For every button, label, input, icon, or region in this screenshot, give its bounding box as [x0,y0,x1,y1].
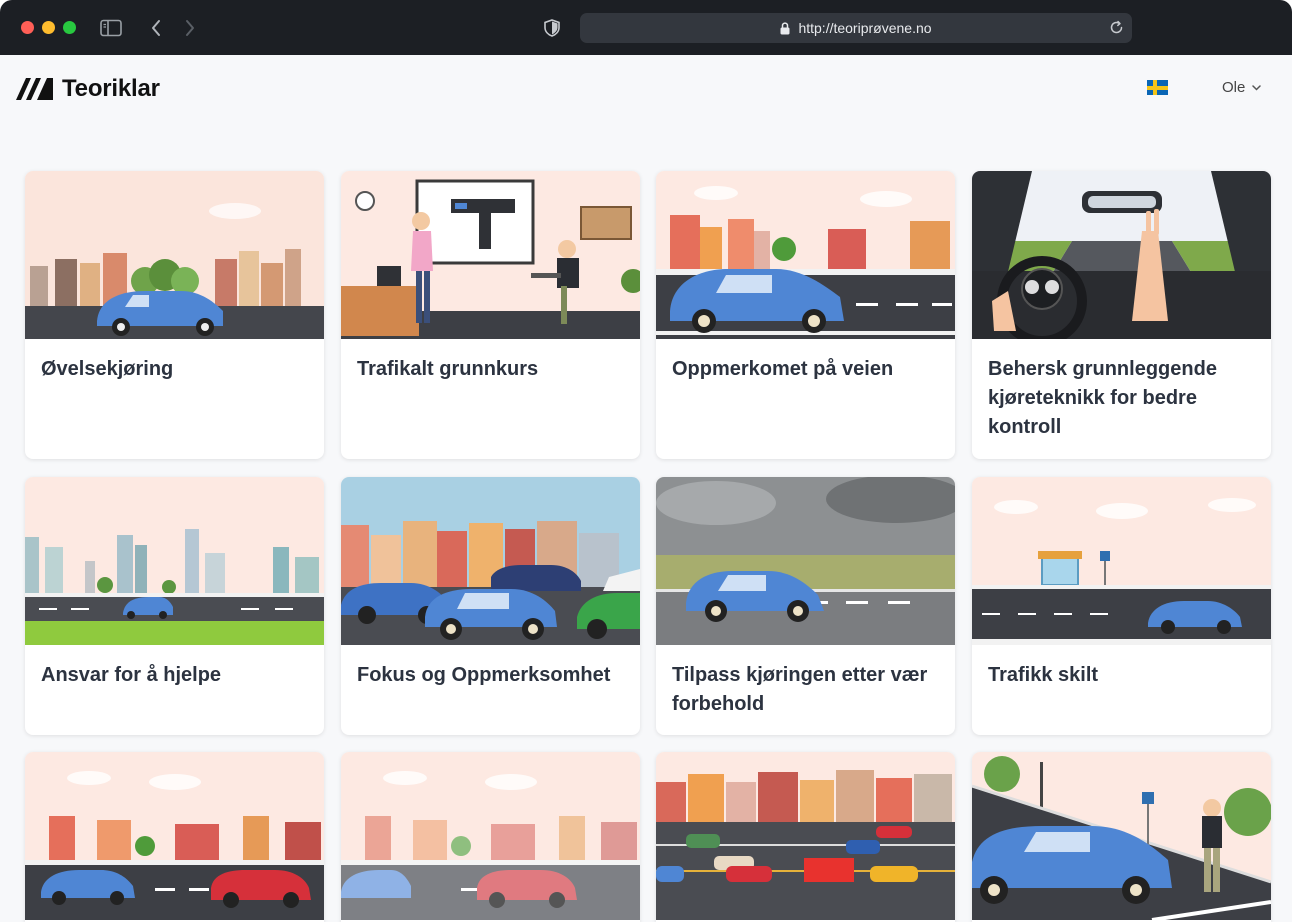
course-card[interactable]: Trafikalt grunnkurs [341,171,640,459]
privacy-shield-icon[interactable] [540,16,564,40]
forward-icon[interactable] [178,16,202,40]
course-card[interactable] [341,752,640,922]
back-icon[interactable] [144,16,168,40]
course-illustration-bus-stop [972,477,1271,645]
course-card[interactable]: Øvelsekjøring [25,171,324,459]
course-illustration-street-two-cars [25,752,324,920]
browser-window: http://teoriprøvene.no Teoriklar Ole Øve… [0,0,1292,922]
course-title: Trafikalt grunnkurs [357,358,539,380]
address-bar[interactable]: http://teoriprøvene.no [580,13,1132,43]
close-window-button[interactable] [21,21,34,34]
course-card[interactable]: Oppmerkomet på veien [656,171,955,459]
course-card[interactable] [972,752,1271,922]
course-card[interactable]: Fokus og Oppmerksomhet [341,477,640,735]
course-card[interactable]: Tilpass kjøringen etter vær forbehold [656,477,955,735]
course-illustration-classroom [341,171,640,339]
url-text: http://teoriprøvene.no [798,20,932,36]
course-illustration-busy-highway [656,752,955,920]
course-card[interactable]: Trafikk skilt [972,477,1271,735]
course-illustration-street-car [656,171,955,339]
browser-titlebar: http://teoriprøvene.no [0,0,1292,55]
minimize-window-button[interactable] [42,21,55,34]
course-title: Behersk grunnleggende kjøreteknikk for b… [988,358,1217,438]
course-title: Fokus og Oppmerksomhet [357,664,611,686]
course-title: Oppmerkomet på veien [672,358,894,380]
course-illustration-street-two-cars-faded [341,752,640,920]
lock-icon [780,21,790,35]
zoom-window-button[interactable] [63,21,76,34]
course-title: Ansvar for å hjelpe [41,664,222,686]
course-title: Tilpass kjøringen etter vær forbehold [672,664,928,715]
course-card[interactable] [656,752,955,922]
user-name: Ole [1222,79,1246,96]
chevron-down-icon [1252,84,1262,91]
brand-mark-icon [16,78,53,100]
course-illustration-skyline-road [25,477,324,645]
course-illustration-dashboard [972,171,1271,339]
course-title: Øvelsekjøring [41,358,174,380]
brand-name: Teoriklar [62,75,160,102]
course-card[interactable] [25,752,324,922]
course-illustration-parking [972,752,1271,920]
course-card[interactable]: Ansvar for å hjelpe [25,477,324,735]
course-illustration-rain-road [656,477,955,645]
course-illustration-city-car [25,171,324,339]
app-header: Teoriklar Ole [0,55,1292,121]
brand-logo[interactable]: Teoriklar [16,75,160,103]
course-card[interactable]: Behersk grunnleggende kjøreteknikk for b… [972,171,1271,459]
sidebar-toggle-icon[interactable] [99,16,123,40]
course-illustration-traffic-jam [341,477,640,645]
course-title: Trafikk skilt [988,664,1099,686]
user-menu[interactable]: Ole [1222,79,1262,96]
swedish-flag-icon[interactable] [1147,80,1168,95]
reload-icon[interactable] [1109,20,1124,35]
